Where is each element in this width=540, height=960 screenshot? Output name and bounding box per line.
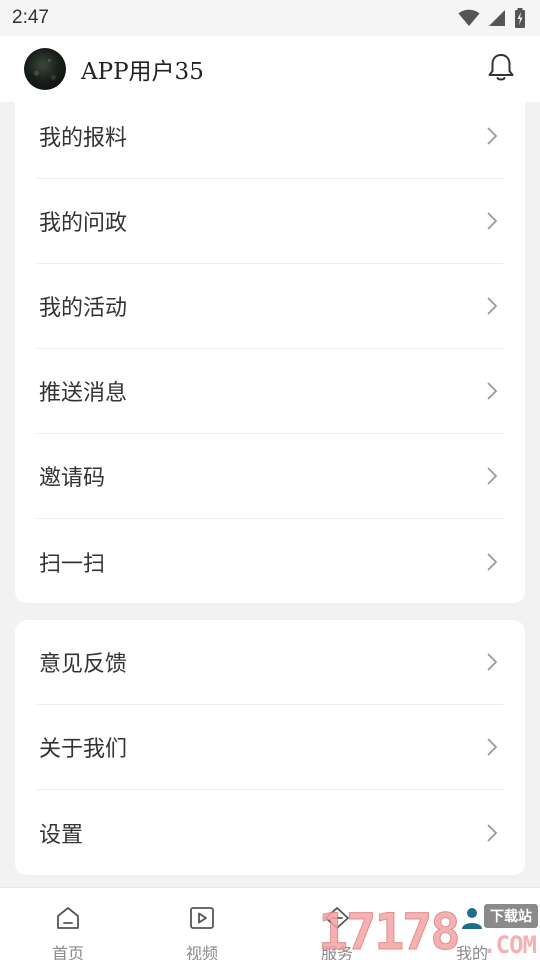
nav-tab-home[interactable]: 首页 bbox=[28, 888, 108, 960]
menu-item-scan[interactable]: 扫一扫 bbox=[37, 519, 503, 604]
menu-item-label: 邀请码 bbox=[39, 466, 106, 491]
menu-item-my-activities[interactable]: 我的活动 bbox=[37, 264, 503, 349]
nav-label: 视频 bbox=[185, 944, 218, 960]
chevron-right-icon bbox=[487, 552, 498, 571]
status-icons bbox=[458, 8, 526, 28]
profile-header: APP用户35 bbox=[0, 36, 540, 102]
menu-item-label: 推送消息 bbox=[39, 381, 128, 406]
nav-tab-profile[interactable]: 我的 bbox=[432, 888, 512, 960]
menu-item-about-us[interactable]: 关于我们 bbox=[37, 705, 503, 790]
video-icon bbox=[189, 906, 215, 934]
wifi-icon bbox=[458, 9, 480, 27]
chevron-right-icon bbox=[487, 467, 498, 485]
menu-item-label: 扫一扫 bbox=[39, 551, 106, 577]
menu-card-secondary: 意见反馈 关于我们 设置 bbox=[15, 620, 525, 875]
bell-icon bbox=[487, 52, 515, 86]
menu-item-label: 我的报料 bbox=[39, 126, 128, 151]
username[interactable]: APP用户35 bbox=[81, 52, 204, 86]
avatar[interactable] bbox=[24, 48, 66, 90]
chevron-right-icon bbox=[487, 127, 498, 145]
menu-item-my-reports[interactable]: 我的报料 bbox=[37, 94, 503, 179]
menu-card-primary: 我的报料 我的问政 我的活动 推送消息 邀请码 扫一扫 bbox=[15, 94, 525, 603]
menu-item-settings[interactable]: 设置 bbox=[37, 790, 503, 875]
notification-bell-button[interactable] bbox=[486, 53, 516, 85]
menu-item-push-messages[interactable]: 推送消息 bbox=[37, 349, 503, 434]
battery-charging-icon bbox=[514, 8, 526, 28]
nav-label: 服务 bbox=[320, 944, 353, 960]
nav-tab-service[interactable]: 服务 bbox=[297, 888, 377, 960]
menu-item-my-inquiries[interactable]: 我的问政 bbox=[37, 179, 503, 264]
chevron-right-icon bbox=[487, 738, 498, 756]
chevron-right-icon bbox=[487, 653, 498, 671]
status-time: 2:47 bbox=[12, 7, 49, 28]
nav-tab-video[interactable]: 视频 bbox=[162, 888, 242, 960]
chevron-right-icon bbox=[487, 212, 498, 230]
menu-item-label: 我的活动 bbox=[39, 296, 128, 321]
profile-icon bbox=[459, 906, 485, 934]
menu-item-label: 我的问政 bbox=[39, 211, 128, 236]
home-icon bbox=[55, 906, 81, 934]
status-bar: 2:47 bbox=[0, 0, 540, 36]
nav-label: 我的 bbox=[455, 944, 488, 960]
bottom-nav: 首页 视频 服务 我的 bbox=[0, 887, 540, 960]
menu-item-feedback[interactable]: 意见反馈 bbox=[37, 620, 503, 705]
chevron-right-icon bbox=[487, 382, 498, 400]
menu-item-invite-code[interactable]: 邀请码 bbox=[37, 434, 503, 519]
service-icon bbox=[324, 906, 350, 934]
nav-label: 首页 bbox=[51, 944, 84, 960]
menu-item-label: 设置 bbox=[39, 822, 84, 848]
cellular-signal-icon bbox=[488, 9, 506, 27]
chevron-right-icon bbox=[487, 823, 498, 842]
chevron-right-icon bbox=[487, 297, 498, 315]
menu-item-label: 意见反馈 bbox=[39, 652, 128, 677]
menu-item-label: 关于我们 bbox=[39, 737, 128, 762]
